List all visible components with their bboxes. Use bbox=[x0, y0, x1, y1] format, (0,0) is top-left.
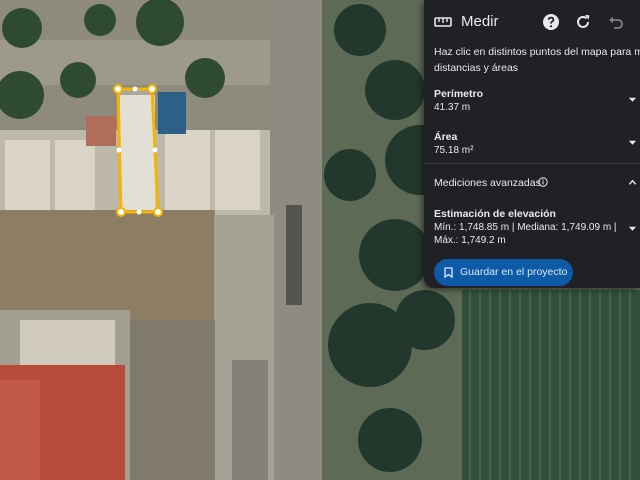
measured-area-outline[interactable] bbox=[116, 87, 160, 214]
perimeter-value: 41.37 m bbox=[434, 102, 471, 113]
help-icon[interactable] bbox=[541, 12, 561, 32]
vertex-handle[interactable] bbox=[116, 207, 126, 217]
vertex-handle[interactable] bbox=[153, 207, 163, 217]
chevron-down-icon[interactable] bbox=[628, 138, 637, 147]
chevron-down-icon[interactable] bbox=[628, 224, 637, 233]
midpoint-handle[interactable] bbox=[152, 147, 158, 153]
save-to-project-button[interactable]: Guardar en el proyecto bbox=[434, 259, 573, 286]
ruler-icon bbox=[434, 17, 452, 27]
divider bbox=[424, 163, 640, 164]
panel-description: Haz clic en distintos puntos del mapa pa… bbox=[434, 44, 640, 76]
advanced-measurements-label[interactable]: Mediciones avanzadas bbox=[434, 177, 541, 189]
panel-title: Medir bbox=[461, 13, 499, 30]
area-label: Área bbox=[434, 131, 458, 143]
bookmark-icon bbox=[444, 267, 453, 278]
elevation-label: Estimación de elevación bbox=[434, 208, 556, 220]
dirt-lot bbox=[0, 210, 215, 320]
elevation-values: Mín.: 1,748.85 m | Mediana: 1,749.09 m | bbox=[434, 222, 617, 233]
elevation-values: Máx.: 1,749.2 m bbox=[434, 235, 506, 246]
vertex-handle[interactable] bbox=[113, 84, 123, 94]
perimeter-label: Perímetro bbox=[434, 88, 484, 100]
chevron-up-icon[interactable] bbox=[628, 178, 637, 187]
description-line: distancias y áreas bbox=[434, 62, 519, 74]
midpoint-handle[interactable] bbox=[132, 86, 138, 92]
measure-panel: Medir Haz clic en distintos puntos del m… bbox=[424, 0, 640, 288]
description-line: Haz clic en distintos puntos del mapa pa… bbox=[434, 46, 640, 58]
midpoint-handle[interactable] bbox=[116, 147, 122, 153]
save-button-label: Guardar en el proyecto bbox=[460, 266, 568, 278]
vertex-handle[interactable] bbox=[147, 84, 157, 94]
undo-icon[interactable] bbox=[606, 12, 626, 32]
area-value: 75.18 m² bbox=[434, 145, 474, 156]
info-icon[interactable] bbox=[538, 177, 548, 187]
chevron-down-icon[interactable] bbox=[628, 95, 637, 104]
panel-header: Medir bbox=[424, 0, 640, 44]
refresh-icon[interactable] bbox=[573, 12, 593, 32]
midpoint-handle[interactable] bbox=[136, 209, 142, 215]
